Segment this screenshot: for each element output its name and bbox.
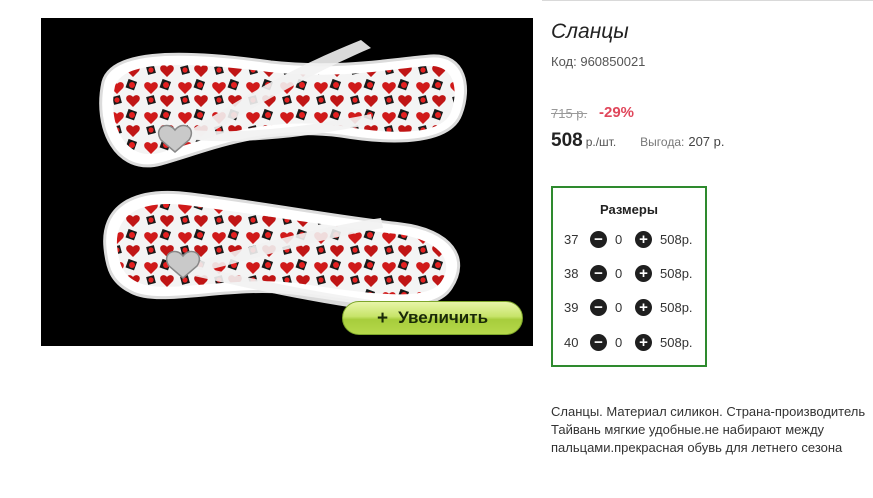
minus-icon[interactable]: − [590,334,607,351]
minus-icon[interactable]: − [590,299,607,316]
zoom-button[interactable]: + Увеличить [342,301,523,335]
zoom-button-label: Увеличить [398,308,489,327]
size-price: 508р. [660,232,693,247]
product-description: Сланцы. Материал силикон. Страна-произво… [551,404,866,455]
size-row-39: 39 − 0 + 508р. [553,297,705,319]
minus-icon[interactable]: − [590,231,607,248]
product-image[interactable]: + Увеличить [41,18,533,346]
lower-flip-flop [103,190,461,310]
minus-icon[interactable]: − [590,265,607,282]
plus-icon[interactable]: + [635,299,652,316]
size-row-38: 38 − 0 + 508р. [553,263,705,285]
size-quantity: 0 [615,266,623,281]
size-label: 37 [564,232,579,247]
benefit-label: Выгода: [640,135,685,149]
price-row: 508 р./шт. Выгода: 207 р. [551,130,725,152]
size-price: 508р. [660,300,693,315]
top-divider [542,0,873,1]
plus-icon[interactable]: + [635,265,652,282]
sizes-panel: Размеры 37 − 0 + 508р. 38 − 0 + 508р. 39… [551,186,707,367]
size-label: 39 [564,300,579,315]
size-price: 508р. [660,335,693,350]
size-label: 38 [564,266,579,281]
product-code: Код: 960850021 [551,54,645,69]
product-code-label: Код: [551,54,577,69]
price-unit: р./шт. [585,135,617,149]
product-code-value: 960850021 [580,54,646,69]
current-price: 508 [551,130,583,151]
old-price: 715 р. [551,106,588,121]
benefit-value: 207 р. [688,134,725,149]
size-row-37: 37 − 0 + 508р. [553,229,705,251]
size-label: 40 [564,335,579,350]
size-row-40: 40 − 0 + 508р. [553,332,705,354]
product-title: Сланцы [551,20,629,43]
plus-icon[interactable]: + [635,334,652,351]
size-quantity: 0 [615,300,623,315]
plus-icon[interactable]: + [635,231,652,248]
size-price: 508р. [660,266,693,281]
flip-flops-illustration [99,40,468,310]
sizes-title: Размеры [600,202,658,217]
upper-flip-flop [99,40,468,168]
plus-icon: + [376,307,389,329]
size-quantity: 0 [615,232,623,247]
discount-badge: -29% [599,104,635,121]
size-quantity: 0 [615,335,623,350]
